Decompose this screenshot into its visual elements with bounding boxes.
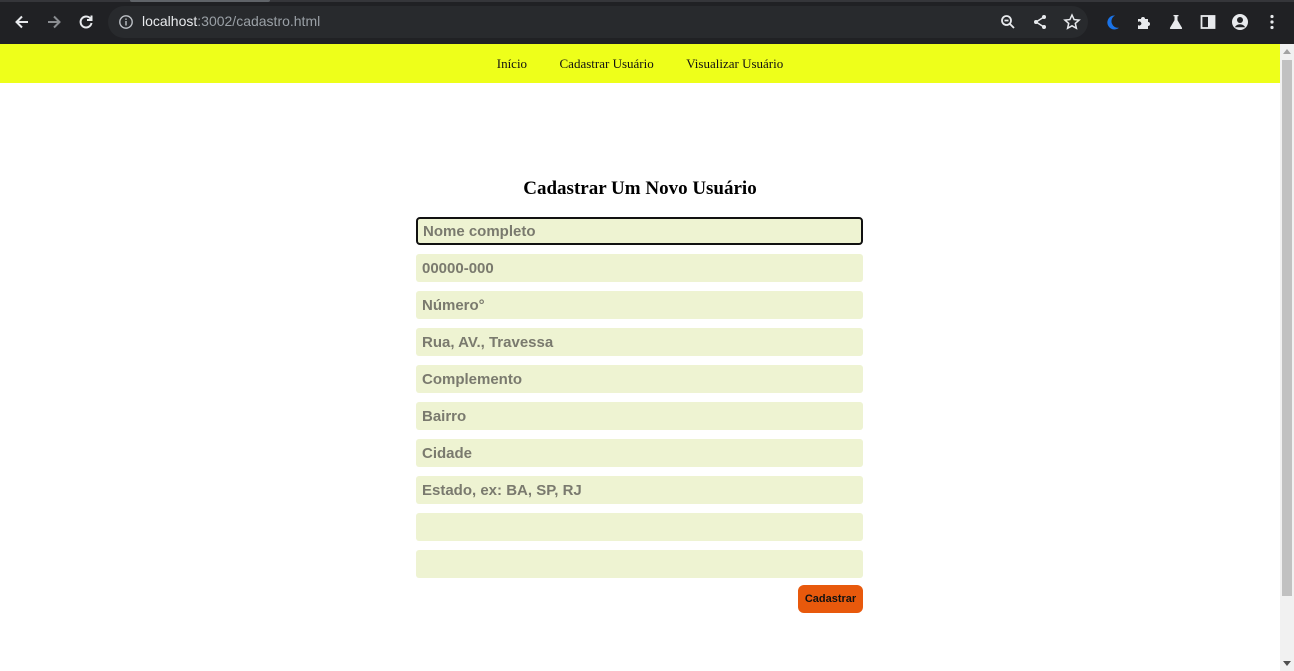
side-panel-icon [1200, 15, 1216, 29]
flask-icon [1169, 15, 1183, 29]
browser-menu-button[interactable] [1258, 8, 1286, 36]
moon-icon [1107, 15, 1119, 30]
url-host: localhost [142, 13, 198, 29]
puzzle-icon [1138, 17, 1150, 29]
back-button[interactable] [8, 8, 36, 36]
nav-link-inicio[interactable]: Início [497, 44, 527, 83]
star-icon [1063, 13, 1081, 30]
reload-icon [79, 15, 93, 29]
profile-icon [1232, 14, 1248, 30]
number-input[interactable] [416, 291, 863, 319]
cadastrar-button[interactable]: Cadastrar [798, 585, 863, 613]
profile-button[interactable] [1226, 8, 1254, 36]
zoom-button[interactable] [994, 8, 1022, 36]
active-tab-indicator [130, 0, 270, 2]
address-bar[interactable]: localhost:3002/cadastro.html [108, 6, 1088, 38]
nav-link-visualizar-usuario[interactable]: Visualizar Usuário [686, 44, 783, 83]
nav-link-cadastrar-usuario[interactable]: Cadastrar Usuário [560, 44, 654, 83]
back-arrow-icon [15, 15, 28, 29]
labs-button[interactable] [1162, 8, 1190, 36]
page-scrollbar[interactable] [1280, 44, 1294, 671]
neighborhood-input[interactable] [416, 402, 863, 430]
page-title: Cadastrar Um Novo Usuário [523, 178, 757, 199]
info-icon[interactable] [118, 14, 134, 30]
reload-button[interactable] [72, 8, 100, 36]
state-input[interactable] [416, 476, 863, 504]
forward-arrow-icon [48, 15, 61, 29]
zoom-icon [1001, 15, 1015, 29]
scroll-up-arrow-icon[interactable] [1283, 49, 1291, 54]
forward-button[interactable] [40, 8, 68, 36]
bookmark-button[interactable] [1058, 8, 1086, 36]
street-input[interactable] [416, 328, 863, 356]
share-icon [1034, 15, 1046, 29]
menu-icon [1270, 14, 1274, 30]
dark-mode-extension-button[interactable] [1098, 8, 1126, 36]
complement-input[interactable] [416, 365, 863, 393]
cep-input[interactable] [416, 254, 863, 282]
url-path: :3002/cadastro.html [197, 13, 321, 29]
side-panel-button[interactable] [1194, 8, 1222, 36]
share-button[interactable] [1026, 8, 1054, 36]
extensions-button[interactable] [1130, 8, 1158, 36]
city-input[interactable] [416, 439, 863, 467]
extra-input-1[interactable] [416, 513, 863, 541]
page-viewport: Início Cadastrar Usuário Visualizar Usuá… [0, 44, 1280, 671]
url-text: localhost:3002/cadastro.html [142, 13, 320, 29]
scroll-down-arrow-icon[interactable] [1283, 661, 1291, 666]
browser-toolbar: localhost:3002/cadastro.html [0, 0, 1294, 44]
full-name-input[interactable] [416, 217, 863, 245]
top-navigation: Início Cadastrar Usuário Visualizar Usuá… [0, 44, 1280, 83]
scrollbar-thumb[interactable] [1282, 60, 1292, 596]
registration-form [416, 217, 863, 587]
extra-input-2[interactable] [416, 550, 863, 578]
